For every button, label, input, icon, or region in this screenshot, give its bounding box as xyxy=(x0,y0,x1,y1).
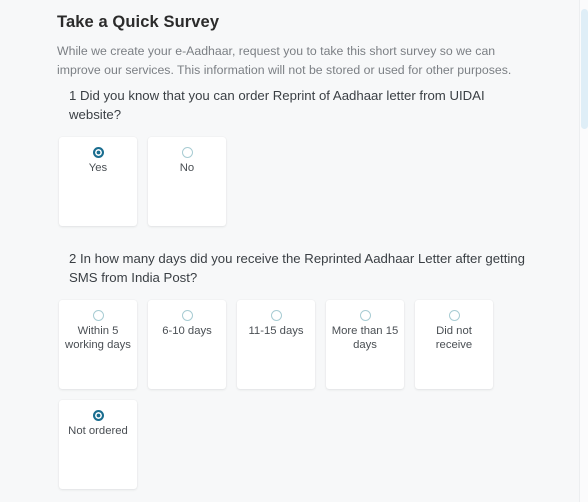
option-card-did-not-receive[interactable]: Did not receive xyxy=(415,300,493,390)
option-label-yes: Yes xyxy=(88,162,108,175)
question-block-1: 1 Did you know that you can order Reprin… xyxy=(57,86,547,227)
survey-description: While we create your e-Aadhaar, request … xyxy=(57,43,512,78)
radio-icon-did-not-receive[interactable] xyxy=(448,310,460,322)
vertical-scrollbar[interactable] xyxy=(579,0,588,502)
radio-icon-not-ordered[interactable] xyxy=(92,410,104,422)
option-card-6-10-days[interactable]: 6-10 days xyxy=(148,300,226,390)
option-label-no: No xyxy=(179,162,195,175)
options-row-question-1: Yes No xyxy=(59,137,547,227)
radio-icon-6-10-days[interactable] xyxy=(181,310,193,322)
option-label-within-5-working-days: Within 5 working days xyxy=(65,325,131,352)
option-label-did-not-receive: Did not receive xyxy=(435,325,473,352)
option-card-not-ordered[interactable]: Not ordered xyxy=(59,400,137,490)
radio-icon-11-15-days[interactable] xyxy=(270,310,282,322)
options-row-question-2: Within 5 working days 6-10 days 11-15 da… xyxy=(59,300,547,490)
option-card-no[interactable]: No xyxy=(148,137,226,227)
page-title: Take a Quick Survey xyxy=(57,13,220,31)
option-card-yes[interactable]: Yes xyxy=(59,137,137,227)
scrollbar-thumb[interactable] xyxy=(581,9,588,129)
question-block-2: 2 In how many days did you receive the R… xyxy=(57,249,547,490)
question-text-1: 1 Did you know that you can order Reprin… xyxy=(69,88,485,123)
survey-container: Take a Quick Survey While we create your… xyxy=(57,13,547,490)
question-text-2: 2 In how many days did you receive the R… xyxy=(69,251,525,286)
option-label-6-10-days: 6-10 days xyxy=(162,325,212,338)
radio-icon-yes[interactable] xyxy=(92,147,104,159)
option-card-more-than-15-days[interactable]: More than 15 days xyxy=(326,300,404,390)
survey-page: Take a Quick Survey While we create your… xyxy=(0,0,588,502)
option-card-within-5-working-days[interactable]: Within 5 working days xyxy=(59,300,137,390)
option-card-11-15-days[interactable]: 11-15 days xyxy=(237,300,315,390)
radio-icon-more-than-15-days[interactable] xyxy=(359,310,371,322)
radio-icon-no[interactable] xyxy=(181,147,193,159)
radio-icon-within-5-working-days[interactable] xyxy=(92,310,104,322)
option-label-11-15-days: 11-15 days xyxy=(248,325,304,338)
option-label-more-than-15-days: More than 15 days xyxy=(331,325,399,352)
option-label-not-ordered: Not ordered xyxy=(68,425,128,438)
